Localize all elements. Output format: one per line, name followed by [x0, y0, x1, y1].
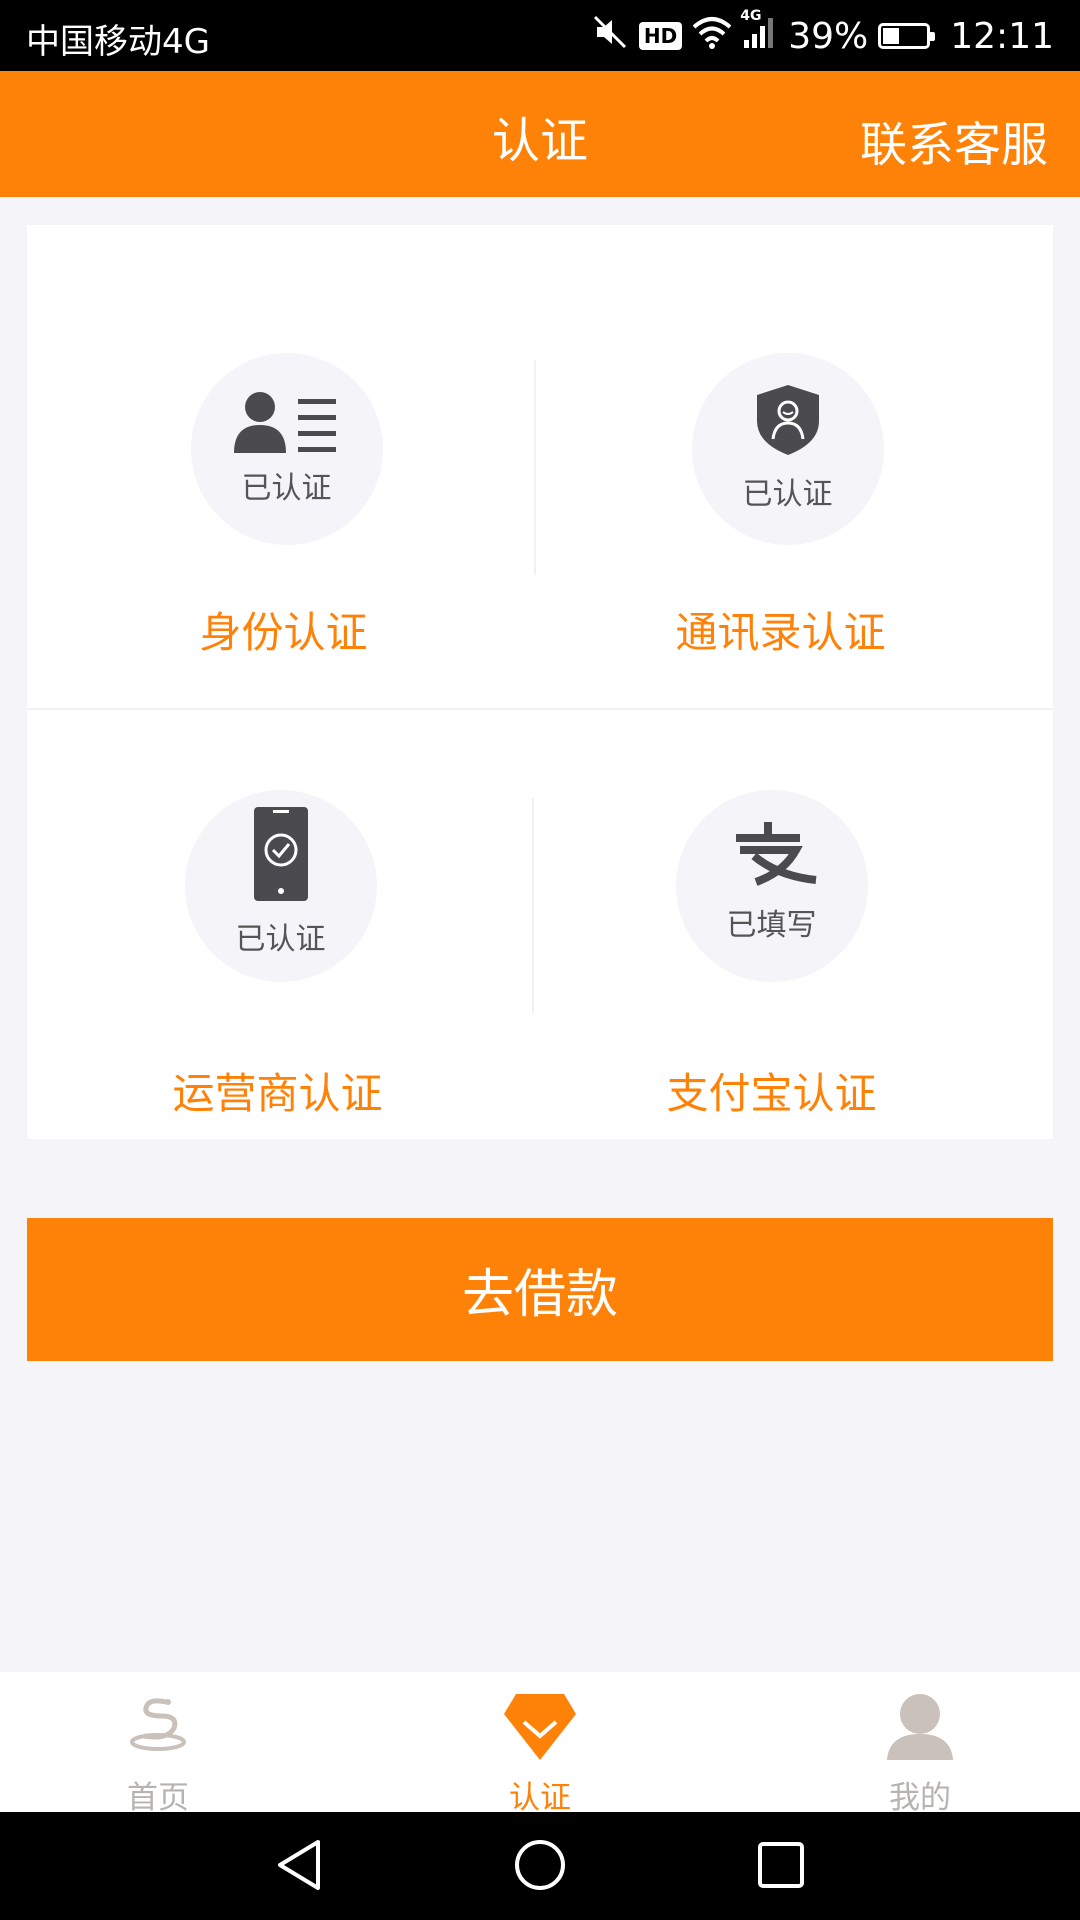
network-type-label: 4G: [740, 7, 762, 24]
contact-support-button[interactable]: 联系客服: [860, 106, 1048, 175]
battery-percent: 39%: [788, 15, 869, 57]
status-circle: 已认证: [184, 790, 377, 982]
tab-verify[interactable]: 认证: [440, 1672, 640, 1816]
shield-person-icon: [756, 385, 819, 455]
auth-item-label: 身份认证: [199, 608, 368, 657]
home-icon[interactable]: [513, 1838, 567, 1892]
status-circle: 已认证: [190, 353, 383, 545]
profile-icon: [887, 1694, 953, 1760]
clock: 12:11: [950, 15, 1054, 57]
phone-check-icon: [253, 807, 308, 901]
wifi-icon: [692, 15, 732, 58]
status-circle: 已填写: [675, 790, 868, 982]
auth-item-label: 支付宝认证: [666, 1069, 877, 1118]
status-bar: 中国移动4G HD 4G 39% 12:11: [0, 0, 1080, 71]
borrow-button[interactable]: 去借款: [27, 1218, 1053, 1361]
carrier-label: 中国移动4G: [26, 22, 210, 62]
system-nav-bar: [0, 1812, 1080, 1920]
app-header: 认证 联系客服: [0, 71, 1080, 197]
hd-icon: HD: [638, 22, 683, 50]
auth-card: 已认证 身份认证 已认证 通讯录认证 已认证 运营商认证 已填写 支付宝认证: [27, 225, 1053, 1139]
battery-icon: [878, 23, 936, 49]
status-circle: 已认证: [691, 353, 884, 545]
tab-label: 认证: [509, 1780, 571, 1816]
battery-level: [883, 28, 900, 44]
tab-mine[interactable]: 我的: [820, 1672, 1020, 1816]
divider: [27, 708, 1053, 710]
tab-label: 首页: [127, 1780, 189, 1816]
id-card-icon: [233, 392, 336, 453]
alipay-icon: [735, 822, 816, 886]
auth-item-contacts[interactable]: 已认证 通讯录认证: [540, 225, 1053, 665]
tab-label: 我的: [889, 1780, 951, 1816]
auth-item-identity[interactable]: 已认证 身份认证: [27, 225, 540, 665]
status-text: 已认证: [742, 477, 833, 512]
status-icons: HD 4G 39% 12:11: [591, 8, 1054, 62]
auth-item-label: 通讯录认证: [675, 608, 886, 657]
status-text: 已认证: [235, 922, 326, 957]
auth-item-alipay[interactable]: 已填写 支付宝认证: [540, 712, 1053, 1152]
status-text: 已填写: [726, 908, 817, 943]
home-logo-icon: [130, 1698, 186, 1751]
tab-home[interactable]: 首页: [58, 1672, 258, 1816]
auth-item-label: 运营商认证: [172, 1069, 383, 1118]
back-icon[interactable]: [274, 1838, 324, 1892]
verify-gem-icon: [504, 1694, 576, 1760]
signal-icon: 4G: [740, 8, 778, 59]
mute-icon: [591, 13, 629, 60]
status-text: 已认证: [241, 471, 332, 506]
auth-item-carrier[interactable]: 已认证 运营商认证: [27, 712, 540, 1152]
recents-icon[interactable]: [756, 1838, 806, 1892]
tab-bar: 首页 认证 我的: [0, 1672, 1080, 1816]
